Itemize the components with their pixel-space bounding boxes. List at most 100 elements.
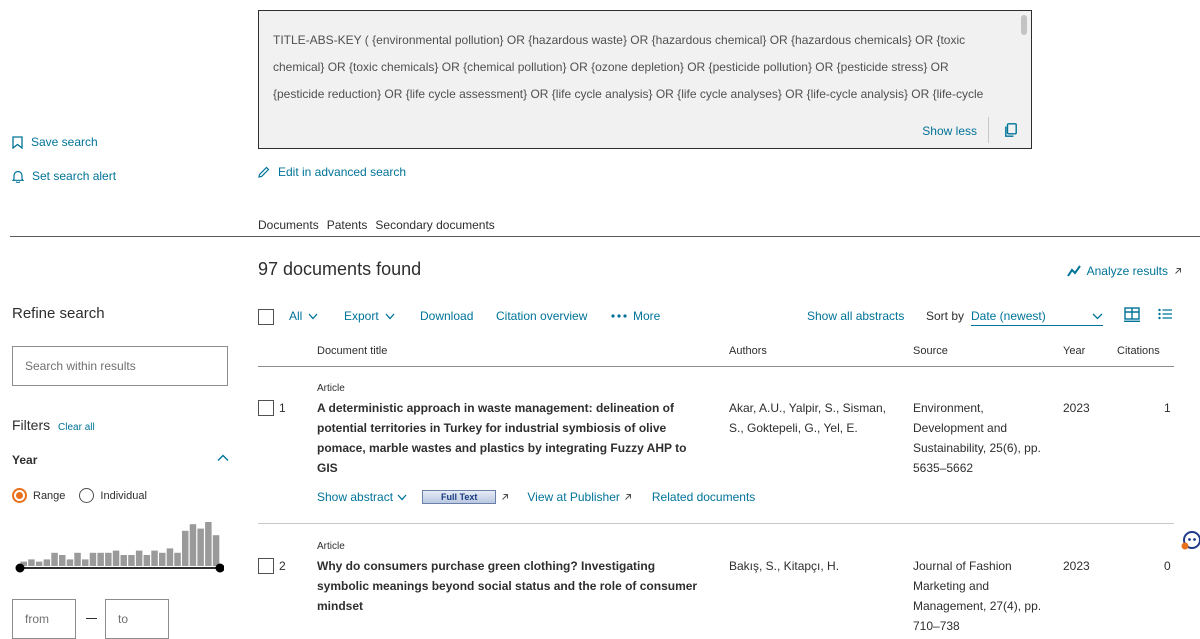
select-all-dropdown[interactable]: All [289,309,318,323]
row-actions: Show abstract Full Text View at Publishe… [317,490,755,504]
tab-secondary-documents[interactable]: Secondary documents [375,218,494,232]
related-documents-link[interactable]: Related documents [652,490,755,504]
histogram-bar [112,550,120,566]
results-toolbar: All Export Download Citation overview Mo… [258,307,1174,327]
more-label: More [633,309,661,323]
year-cell: 2023 [1063,559,1090,573]
document-type: Article [317,541,345,552]
trend-chart-icon [1066,265,1081,277]
source-cell[interactable]: Journal of Fashion Marketing and Managem… [913,556,1053,636]
more-menu[interactable]: More [611,309,660,323]
view-at-publisher-link[interactable]: View at Publisher [527,490,632,504]
analyze-results-link[interactable]: Analyze results [1066,264,1182,278]
all-label: All [289,309,303,323]
chevron-up-icon[interactable] [216,452,230,464]
histogram-bar [174,552,181,566]
row-checkbox[interactable] [258,400,274,416]
chat-assistant-icon[interactable] [1180,530,1200,552]
histogram-bar [128,555,135,566]
document-type: Article [317,383,345,394]
histogram-bar [159,552,166,566]
query-box: TITLE-ABS-KEY ( {environmental pollution… [258,10,1032,149]
set-search-alert-link[interactable]: Set search alert [12,169,116,183]
external-link-icon [625,494,631,500]
slider-handle-min[interactable] [15,563,25,573]
bookmark-icon [12,135,23,149]
sort-value: Date (newest) [971,309,1046,323]
histogram-bar [205,522,212,566]
individual-radio[interactable] [79,488,95,503]
edit-advanced-search-link[interactable]: Edit in advanced search [258,165,406,179]
citation-overview-button[interactable]: Citation overview [496,309,587,323]
divider [988,117,989,143]
row-checkbox[interactable] [258,558,274,574]
histogram-bar [28,559,35,566]
save-search-label: Save search [31,135,98,149]
column-header-authors[interactable]: Authors [729,345,767,357]
edit-advanced-label: Edit in advanced search [278,165,407,179]
column-header-citations[interactable]: Citations [1117,345,1160,357]
document-title-link[interactable]: Why do consumers purchase green clothing… [317,556,702,616]
histogram-bar [82,559,89,566]
show-abstract-toggle[interactable]: Show abstract [317,490,407,504]
histogram-bar [97,552,104,566]
clear-all-link[interactable]: Clear all [58,422,95,433]
document-title-link[interactable]: A deterministic approach in waste manage… [317,398,702,478]
histogram-bar [59,555,66,566]
query-text[interactable]: TITLE-ABS-KEY ( {environmental pollution… [273,27,1003,108]
range-radio[interactable] [12,488,27,503]
list-view-icon[interactable] [1158,308,1172,320]
histogram-bar [135,550,143,566]
column-header-source[interactable]: Source [913,345,948,357]
full-text-button[interactable]: Full Text [422,490,497,504]
histogram-bar [197,528,204,566]
show-less-link[interactable]: Show less [922,124,977,138]
histogram-bar [166,548,174,566]
select-all-checkbox[interactable] [258,309,274,325]
citations-cell[interactable]: 1 [1164,398,1171,418]
show-abstract-label: Show abstract [317,490,394,504]
authors-cell[interactable]: Akar, A.U., Yalpir, S., Sisman, S., Gokt… [729,398,899,438]
copy-icon[interactable] [1005,123,1017,137]
tab-patents[interactable]: Patents [327,218,368,232]
table-view-icon[interactable] [1124,307,1140,322]
divider [258,523,1174,524]
year-histogram[interactable] [14,520,224,578]
histogram-bar [105,552,112,566]
save-search-link[interactable]: Save search [12,135,98,149]
download-button[interactable]: Download [420,309,473,323]
filters-label: Filters [12,417,51,433]
external-link-icon [1175,268,1181,274]
source-cell[interactable]: Environment, Development and Sustainabil… [913,398,1053,478]
histogram-bar [212,535,220,566]
citations-cell[interactable]: 0 [1164,556,1171,576]
show-all-abstracts-button[interactable]: Show all abstracts [807,309,904,323]
analyze-results-label: Analyze results [1086,264,1168,278]
chevron-down-icon [385,313,395,319]
authors-cell[interactable]: Bakış, S., Kitapçı, H. [729,556,899,576]
year-cell: 2023 [1063,401,1090,415]
histogram-bar [66,559,74,566]
histogram-bar [189,524,197,566]
chevron-down-icon [1092,313,1103,320]
export-dropdown[interactable]: Export [344,309,395,323]
histogram-bar [182,530,189,566]
column-header-title[interactable]: Document title [317,345,387,357]
tab-documents[interactable]: Documents [258,218,319,232]
histogram-bar [151,550,158,566]
sort-by-label: Sort by [926,309,965,323]
individual-radio-label: Individual [100,489,147,502]
sort-select[interactable]: Date (newest) [971,309,1103,326]
bell-icon [12,170,24,183]
row-number: 1 [279,401,286,415]
column-header-year[interactable]: Year [1063,345,1085,357]
external-link-icon [502,494,509,500]
divider [258,366,1174,367]
year-from-input[interactable] [12,599,76,639]
year-filter-label: Year [12,453,38,467]
year-to-input[interactable] [105,599,169,639]
more-dots-icon [611,314,627,318]
search-within-input[interactable] [12,346,228,386]
query-scrollbar[interactable] [1021,15,1027,35]
filters-heading: Filters Clear all [12,417,95,433]
